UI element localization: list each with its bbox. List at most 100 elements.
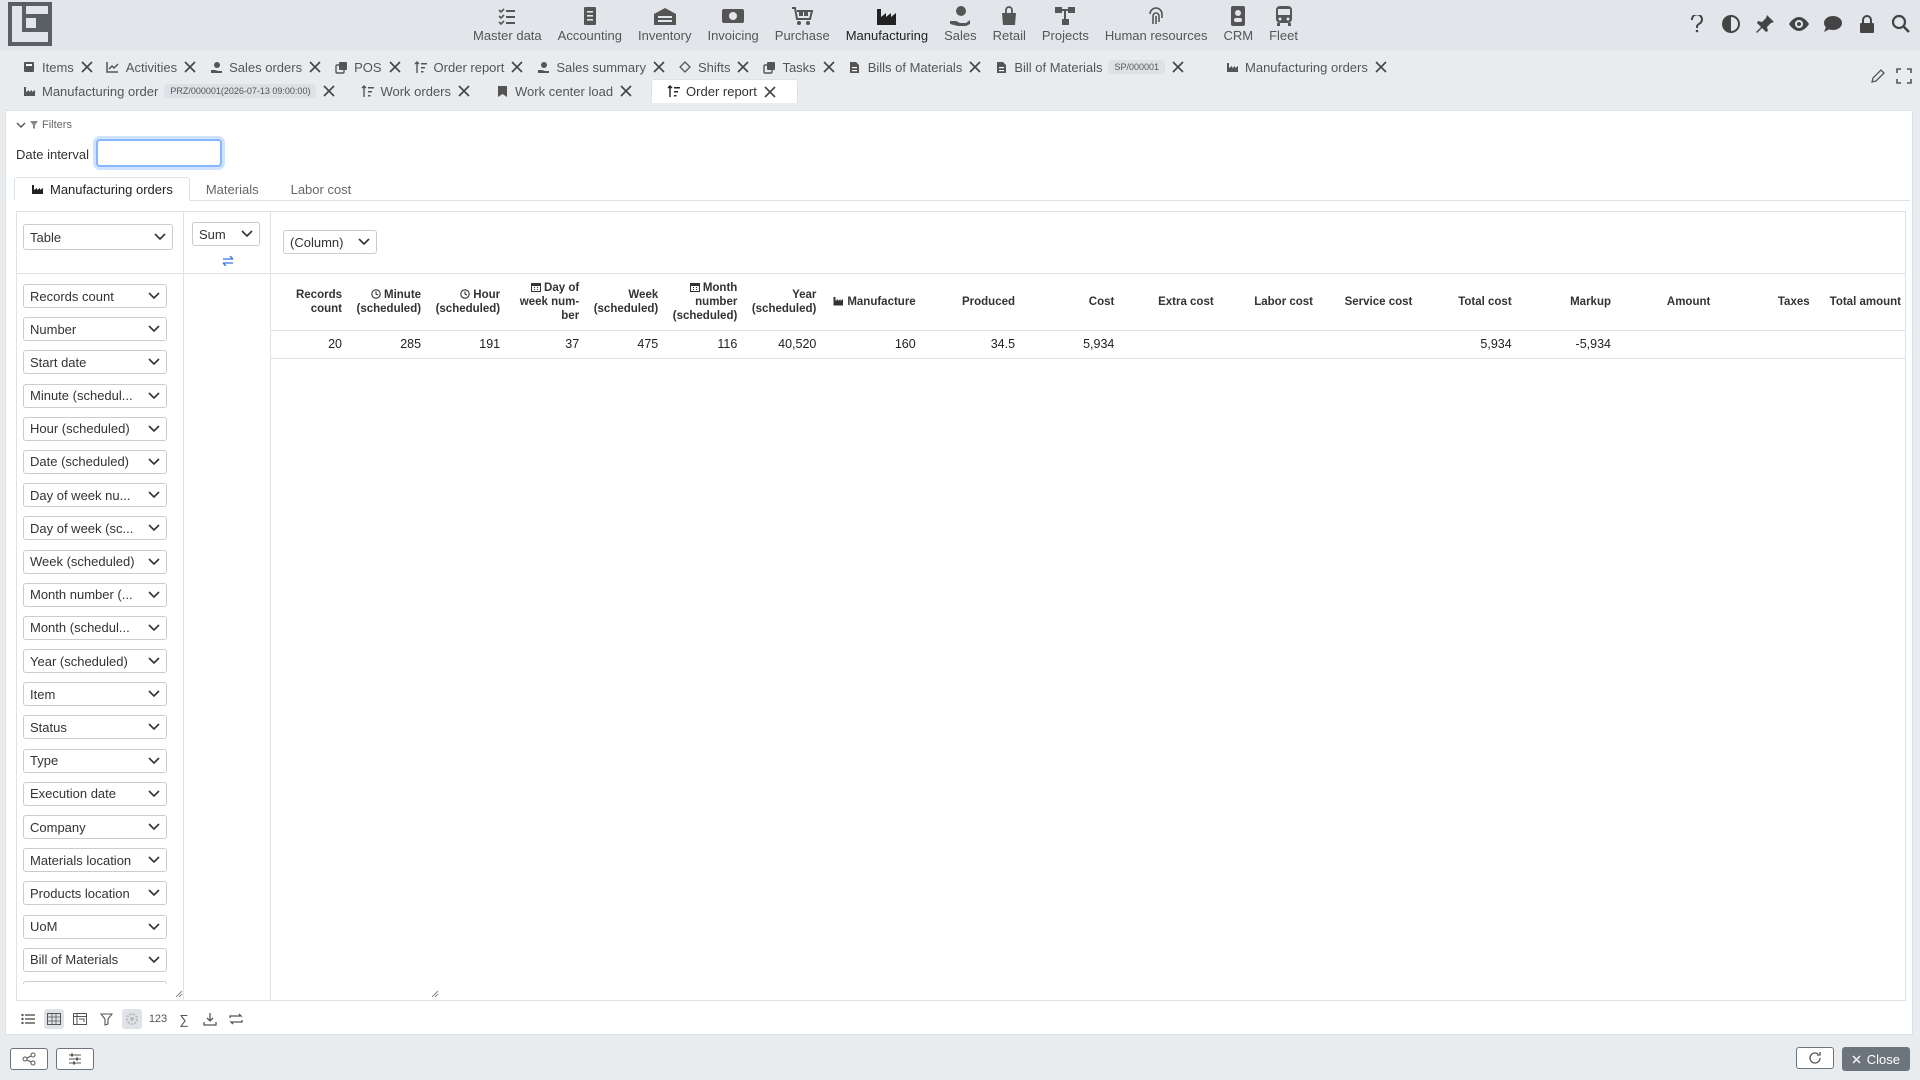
grid-icon[interactable]: [44, 1009, 64, 1029]
filters-toggle[interactable]: Filters: [16, 119, 72, 131]
attribute-month-scheduled[interactable]: Month (schedul...: [23, 615, 167, 640]
attribute-minute-scheduled[interactable]: Minute (schedul...: [23, 383, 167, 408]
module-fleet[interactable]: Fleet: [1261, 0, 1306, 50]
column-header[interactable]: Year (scheduled): [741, 274, 821, 331]
eye-icon[interactable]: [1788, 13, 1810, 35]
attribute-materials-location[interactable]: Materials location: [23, 848, 167, 873]
tab-order-report[interactable]: Order report: [408, 56, 531, 78]
column-header[interactable]: Manufacture: [820, 274, 920, 331]
table-cell[interactable]: [1118, 330, 1218, 359]
column-header[interactable]: Produced: [919, 274, 1020, 331]
attribute-products-location[interactable]: Products location: [23, 881, 167, 906]
column-header[interactable]: Markup: [1515, 274, 1615, 331]
close-icon[interactable]: [183, 60, 197, 74]
tab-tasks[interactable]: Tasks: [756, 56, 841, 78]
close-icon[interactable]: [968, 60, 982, 74]
table-cell[interactable]: 191: [425, 330, 505, 359]
column-header[interactable]: Cost: [1019, 274, 1119, 331]
table-cell[interactable]: 40,520: [741, 330, 821, 359]
table-cell[interactable]: [1217, 330, 1318, 359]
contrast-icon[interactable]: [1720, 13, 1742, 35]
close-icon[interactable]: [763, 85, 777, 99]
tab-activities[interactable]: Activities: [100, 56, 203, 78]
pivot-icon[interactable]: [70, 1009, 90, 1029]
tab-sales-summary[interactable]: Sales summary: [530, 56, 672, 78]
table-cell[interactable]: 20: [271, 330, 346, 359]
attribute-week-scheduled[interactable]: Week (scheduled): [23, 549, 167, 574]
table-cell[interactable]: [1317, 330, 1417, 359]
table-cell[interactable]: 34.5: [919, 330, 1020, 359]
lock-icon[interactable]: [1856, 13, 1878, 35]
table-cell[interactable]: 160: [820, 330, 920, 359]
module-accounting[interactable]: Accounting: [550, 0, 630, 50]
settings-icon[interactable]: [122, 1009, 142, 1029]
close-icon[interactable]: [619, 84, 633, 98]
attribute-number[interactable]: Number: [23, 317, 167, 342]
fullscreen-icon[interactable]: [1896, 68, 1912, 84]
list-icon[interactable]: [18, 1009, 38, 1029]
column-header[interactable]: Taxes: [1714, 274, 1814, 331]
module-purchase[interactable]: Purchase: [767, 0, 838, 50]
filter-icon[interactable]: [96, 1009, 116, 1029]
attribute-company[interactable]: Company: [23, 815, 167, 839]
attribute-start-date[interactable]: Start date: [23, 350, 167, 375]
aggregator-select[interactable]: Sum: [192, 222, 260, 246]
module-projects[interactable]: Projects: [1034, 0, 1097, 50]
column-header[interactable]: Total amount: [1813, 274, 1905, 331]
table-cell[interactable]: [1714, 330, 1814, 359]
tab-manufacturing-orders[interactable]: Manufacturing orders: [1219, 56, 1394, 78]
numeric-format-button[interactable]: 123: [148, 1009, 168, 1029]
close-icon[interactable]: [736, 60, 750, 74]
download-icon[interactable]: [200, 1009, 220, 1029]
table-cell[interactable]: 475: [583, 330, 663, 359]
tab-items[interactable]: Items: [16, 56, 100, 78]
attribute-status[interactable]: Status: [23, 715, 167, 740]
chat-icon[interactable]: [1822, 13, 1844, 35]
module-master-data[interactable]: Master data: [465, 0, 550, 50]
column-header[interactable]: Records count: [271, 274, 346, 331]
close-icon[interactable]: [510, 60, 524, 74]
share-button[interactable]: [10, 1048, 48, 1070]
column-header[interactable]: Amount: [1615, 274, 1715, 331]
table-cell[interactable]: [1615, 330, 1715, 359]
date-interval-input[interactable]: [96, 139, 222, 167]
attribute-category-1[interactable]: Category 1: [23, 980, 167, 984]
swap-icon[interactable]: [222, 256, 234, 266]
tab-pos[interactable]: POS: [328, 56, 407, 78]
table-cell[interactable]: 5,934: [1416, 330, 1516, 359]
subtab-labor-cost[interactable]: Labor cost: [275, 177, 368, 201]
attribute-year-scheduled[interactable]: Year (scheduled): [23, 649, 167, 674]
close-icon[interactable]: [80, 60, 94, 74]
refresh-icon[interactable]: [226, 1009, 246, 1029]
search-icon[interactable]: [1890, 13, 1912, 35]
module-retail[interactable]: Retail: [985, 0, 1034, 50]
close-icon[interactable]: [388, 60, 402, 74]
close-icon[interactable]: [1374, 60, 1388, 74]
tab-manufacturing-order[interactable]: Manufacturing order PRZ/000001(2026-07-1…: [16, 80, 342, 102]
column-header[interactable]: Day of week num-ber: [504, 274, 584, 331]
close-icon[interactable]: [322, 84, 336, 98]
attribute-hour-scheduled[interactable]: Hour (scheduled): [23, 416, 167, 441]
close-icon[interactable]: [1171, 60, 1185, 74]
attribute-type[interactable]: Type: [23, 748, 167, 773]
attribute-records-count[interactable]: Records count: [23, 284, 167, 308]
reload-button[interactable]: [1795, 1047, 1834, 1069]
module-manufacturing[interactable]: Manufacturing: [838, 0, 936, 50]
tab-bills-of-materials[interactable]: Bills of Materials: [842, 56, 989, 78]
close-icon[interactable]: [822, 60, 836, 74]
edit-icon[interactable]: [1870, 68, 1886, 84]
column-drop-select[interactable]: (Column): [283, 230, 377, 254]
tab-shifts[interactable]: Shifts: [672, 56, 757, 78]
table-cell[interactable]: 37: [504, 330, 584, 359]
subtab-materials[interactable]: Materials: [190, 177, 275, 201]
attribute-bill-of-materials[interactable]: Bill of Materials: [23, 947, 167, 972]
tab-bill-of-materials[interactable]: Bill of Materials SP/000001: [988, 56, 1191, 78]
attribute-date-scheduled[interactable]: Date (scheduled): [23, 449, 167, 474]
settings-button[interactable]: [56, 1048, 94, 1070]
attribute-uom[interactable]: UoM: [23, 914, 167, 939]
pin-icon[interactable]: [1754, 13, 1776, 35]
tab-work-center-load[interactable]: Work center load: [489, 80, 639, 102]
close-icon[interactable]: [308, 60, 322, 74]
tab-work-orders[interactable]: Work orders: [354, 80, 477, 102]
module-crm[interactable]: CRM: [1215, 0, 1261, 50]
